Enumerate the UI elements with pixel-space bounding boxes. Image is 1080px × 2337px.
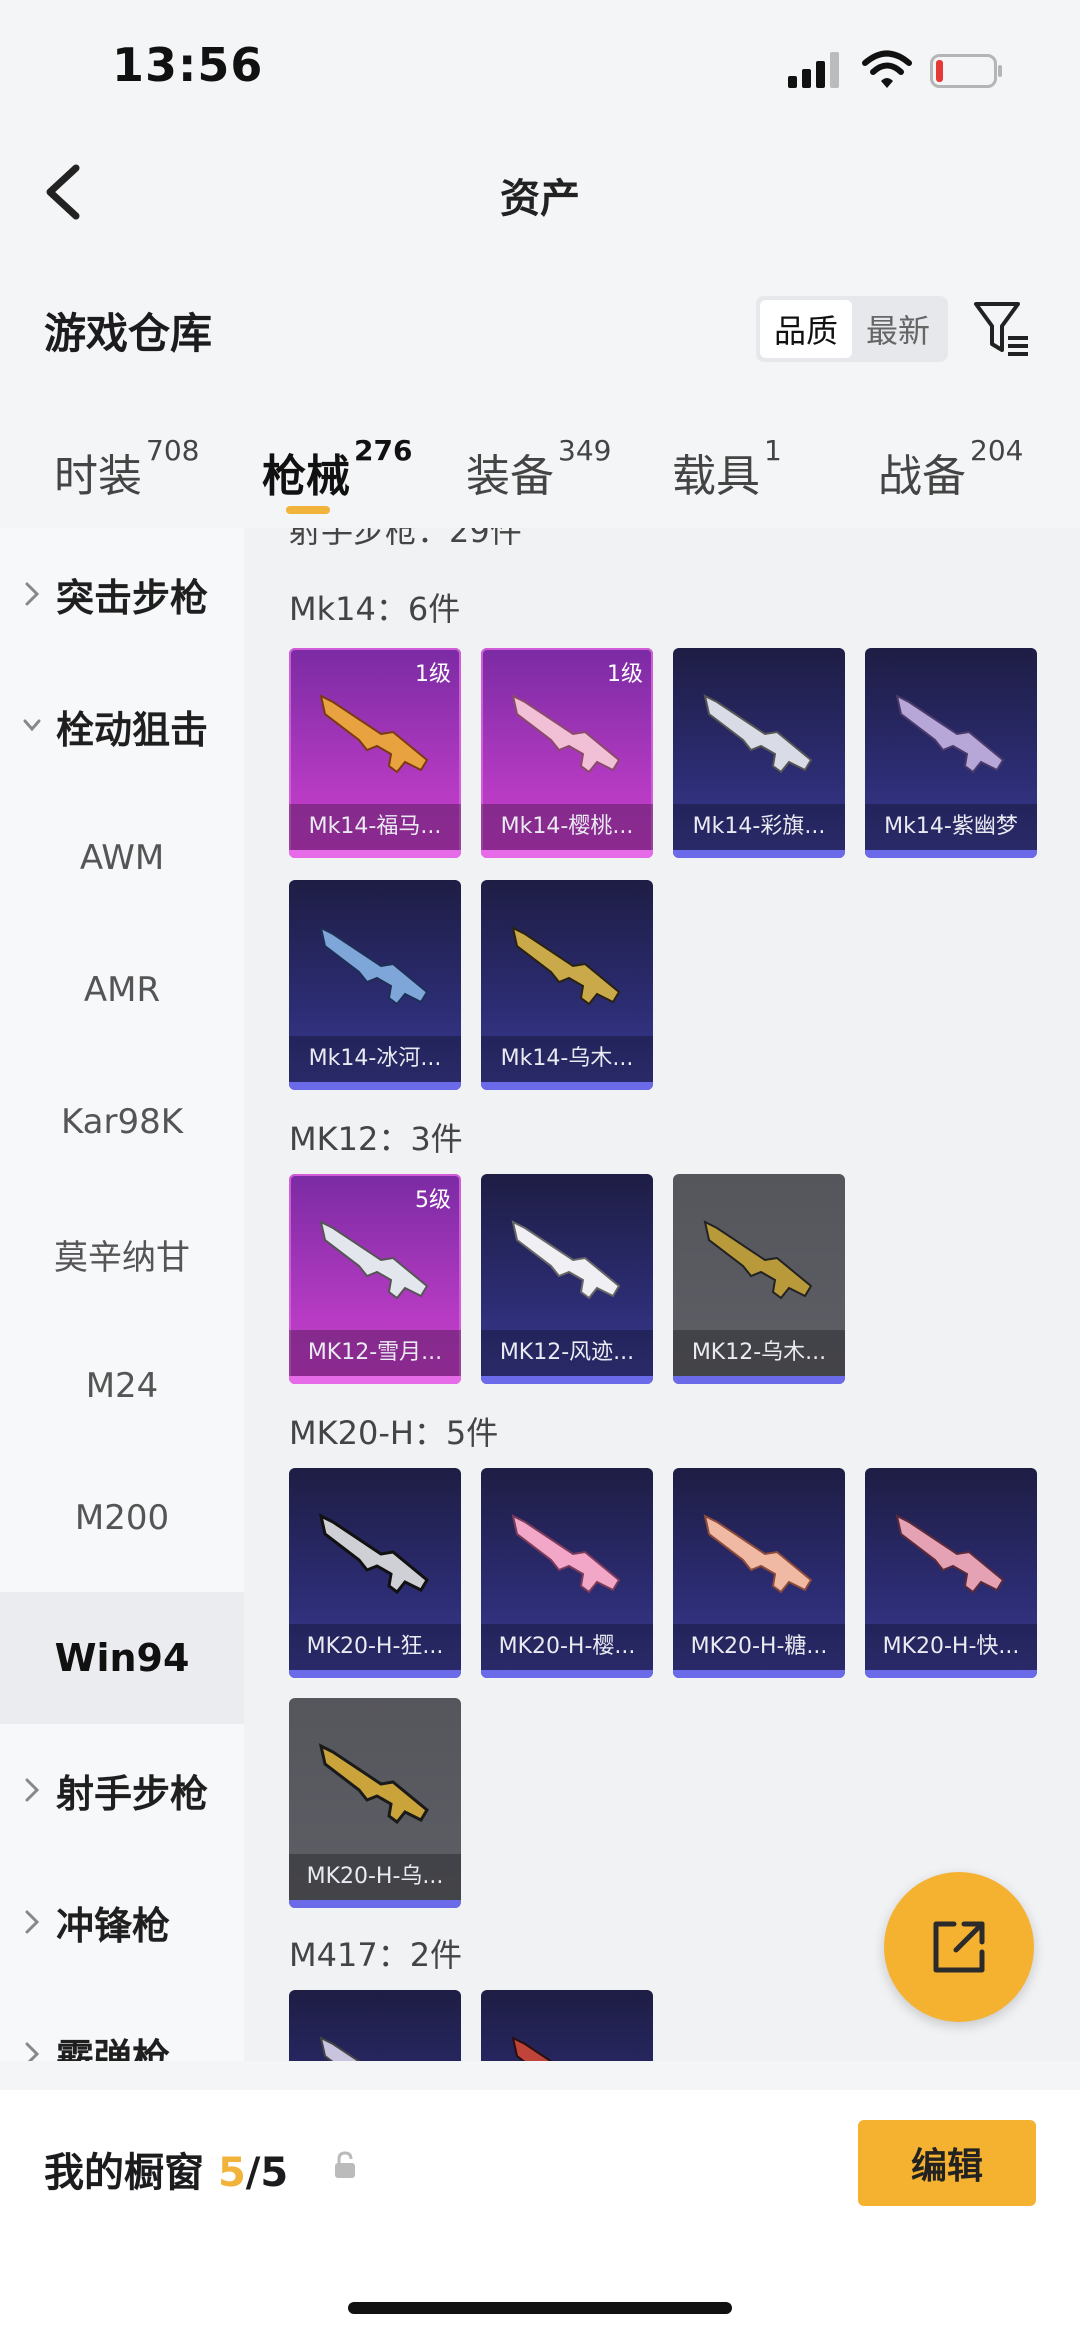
rifle-icon xyxy=(319,1220,429,1300)
section-title-mk14: Mk14：6件 xyxy=(289,590,461,628)
rifle-icon xyxy=(703,694,813,774)
weapon-card[interactable]: MK20-H-樱... xyxy=(481,1468,653,1678)
section-title-mk20h: MK20-H：5件 xyxy=(289,1414,499,1452)
sidebar-item-smg[interactable]: 冲锋枪 xyxy=(0,1856,244,1988)
weapon-name: Mk14-樱桃... xyxy=(481,804,653,850)
nav-bar: 资产 xyxy=(0,130,1080,250)
wifi-icon xyxy=(862,50,912,88)
rifle-icon xyxy=(511,694,621,774)
sidebar-item-awm[interactable]: AWM xyxy=(0,792,244,924)
weapon-card[interactable]: MK20-H-乌... xyxy=(289,1698,461,1908)
lock-icon xyxy=(335,2151,355,2178)
sort-latest[interactable]: 最新 xyxy=(852,300,944,358)
section-title-mk12: MK12：3件 xyxy=(289,1120,463,1158)
weapon-card[interactable]: 1级 Mk14-樱桃... xyxy=(481,648,653,858)
tab-vehicles[interactable]: 载具1 xyxy=(672,434,782,504)
sidebar-item-assault-rifle[interactable]: 突击步枪 xyxy=(0,528,244,660)
section-title-m417: M417：2件 xyxy=(289,1936,463,1974)
tab-fashion[interactable]: 时装708 xyxy=(54,434,199,504)
weapon-name: Mk14-彩旗... xyxy=(673,804,845,850)
rifle-icon xyxy=(895,694,1005,774)
chevron-right-icon xyxy=(25,582,40,606)
rifle-icon xyxy=(319,2036,361,2061)
active-tab-indicator xyxy=(286,506,330,514)
filter-icon[interactable] xyxy=(972,298,1032,360)
sidebar-item-mosin[interactable]: 莫辛纳甘 xyxy=(0,1188,244,1320)
weapon-name: MK20-H-樱... xyxy=(481,1624,653,1670)
battery-icon xyxy=(930,54,1002,88)
weapon-card[interactable]: Mk14-彩旗... xyxy=(673,648,845,858)
weapon-card[interactable]: MK20-H-糖... xyxy=(673,1468,845,1678)
sidebar-item-shotgun[interactable]: 霰弹枪 xyxy=(0,1988,244,2061)
share-external-icon xyxy=(933,1921,985,1973)
chevron-down-icon xyxy=(23,719,41,732)
weapon-card[interactable]: Mk14-冰河... xyxy=(289,880,461,1090)
showcase-label: 我的橱窗 5/5 xyxy=(44,2150,289,2196)
status-bar: 13:56 xyxy=(0,0,1080,130)
sidebar-item-dmr[interactable]: 射手步枪 xyxy=(0,1724,244,1856)
section-title-partial: 射手步枪：29件 xyxy=(289,528,522,550)
edit-button[interactable]: 编辑 xyxy=(858,2120,1036,2206)
tab-equipment[interactable]: 装备349 xyxy=(466,434,611,504)
sort-toggle: 品质 最新 xyxy=(756,296,948,362)
chevron-right-icon xyxy=(25,1778,40,1802)
weapon-name: MK20-H-狂... xyxy=(289,1624,461,1670)
weapon-name: MK12-雪月... xyxy=(289,1330,461,1376)
sidebar-item-kar98k[interactable]: Kar98K xyxy=(0,1056,244,1188)
weapon-card[interactable]: Mk14-紫幽梦 xyxy=(865,648,1037,858)
warehouse-title: 游戏仓库 xyxy=(44,309,213,358)
weapon-card[interactable] xyxy=(481,1990,653,2061)
rifle-icon xyxy=(511,2036,553,2061)
showcase-count: 5 xyxy=(217,2150,246,2196)
weapon-card[interactable]: 5级 MK12-雪月... xyxy=(289,1174,461,1384)
weapon-card[interactable]: MK12-乌木... xyxy=(673,1174,845,1384)
weapon-card[interactable]: Mk14-乌木... xyxy=(481,880,653,1090)
sidebar-item-m24[interactable]: M24 xyxy=(0,1320,244,1452)
page-title: 资产 xyxy=(500,176,580,222)
sidebar-item-win94[interactable]: Win94 xyxy=(0,1592,244,1724)
rifle-icon xyxy=(895,1514,1005,1594)
sidebar-item-bolt-sniper[interactable]: 栓动狙击 xyxy=(0,660,244,792)
showcase-bar: 我的橱窗 5/5 编辑 xyxy=(0,2090,1080,2337)
weapon-name: MK20-H-糖... xyxy=(673,1624,845,1670)
chevron-right-icon xyxy=(25,2042,40,2061)
weapon-grid: 射手步枪：29件 Mk14：6件 1级 Mk14-福马... 1级 Mk14-樱… xyxy=(244,528,1080,2061)
share-button[interactable] xyxy=(884,1872,1034,2022)
tab-firearms[interactable]: 枪械276 xyxy=(262,434,412,504)
weapon-card[interactable]: MK20-H-快... xyxy=(865,1468,1037,1678)
rifle-icon xyxy=(319,694,429,774)
weapon-card[interactable] xyxy=(289,1990,461,2061)
weapon-name: Mk14-福马... xyxy=(289,804,461,850)
rifle-icon xyxy=(703,1514,813,1594)
rifle-icon xyxy=(319,926,429,1006)
weapon-name: Mk14-紫幽梦 xyxy=(865,804,1037,850)
rifle-icon xyxy=(511,926,621,1006)
sidebar-item-m200[interactable]: M200 xyxy=(0,1452,244,1584)
rifle-icon xyxy=(511,1514,621,1594)
rifle-icon xyxy=(511,1220,621,1300)
tab-supplies[interactable]: 战备204 xyxy=(878,434,1023,504)
weapon-name: MK20-H-乌... xyxy=(289,1854,461,1900)
weapon-name: MK12-乌木... xyxy=(673,1330,845,1376)
chevron-right-icon xyxy=(25,1910,40,1934)
cellular-signal-icon xyxy=(788,52,839,88)
status-time: 13:56 xyxy=(112,38,264,92)
weapon-name: MK12-风迹... xyxy=(481,1330,653,1376)
showcase-total: /5 xyxy=(245,2150,289,2196)
weapon-category-sidebar: 突击步枪 栓动狙击 AWM AMR Kar98K 莫辛纳甘 M24 M200 W… xyxy=(0,528,244,2061)
weapon-card[interactable]: MK12-风迹... xyxy=(481,1174,653,1384)
home-indicator xyxy=(348,2302,732,2314)
rifle-icon xyxy=(318,1513,429,1595)
weapon-name: Mk14-冰河... xyxy=(289,1036,461,1082)
sidebar-item-amr[interactable]: AMR xyxy=(0,924,244,1056)
weapon-card[interactable]: MK20-H-狂... xyxy=(289,1468,461,1678)
category-tabs: 时装708 枪械276 装备349 载具1 战备204 xyxy=(0,420,1080,530)
sort-quality[interactable]: 品质 xyxy=(760,300,852,358)
rifle-icon xyxy=(703,1220,813,1300)
weapon-name: Mk14-乌木... xyxy=(481,1036,653,1082)
rifle-icon xyxy=(318,1743,429,1825)
weapon-name: MK20-H-快... xyxy=(865,1624,1037,1670)
weapon-card[interactable]: 1级 Mk14-福马... xyxy=(289,648,461,858)
